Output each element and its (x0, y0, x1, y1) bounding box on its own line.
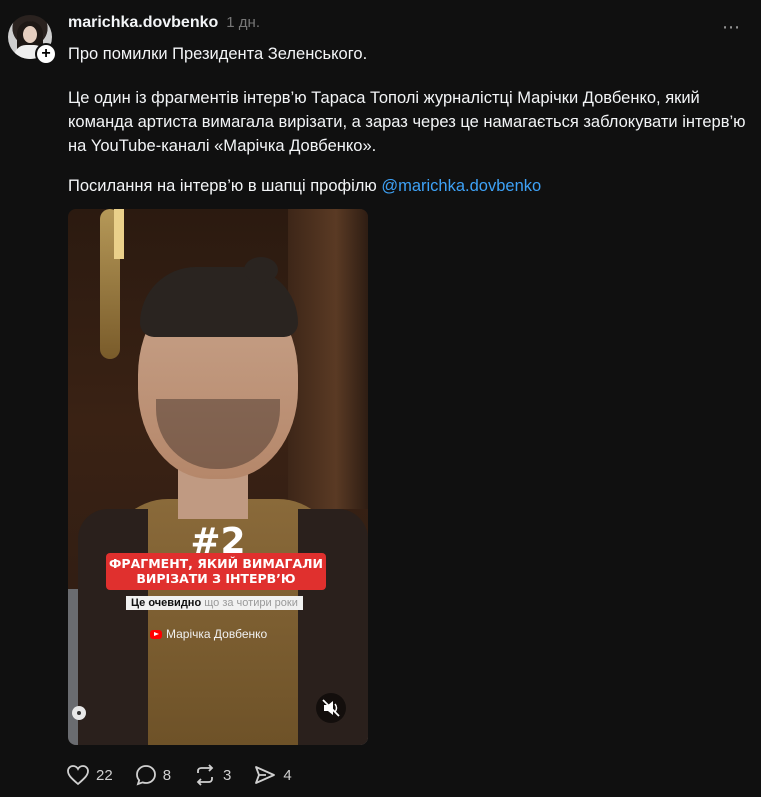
speaker-muted-icon (322, 699, 340, 717)
post-text-paragraph-3: Посилання на інтерв’ю в шапці профілю @m… (68, 174, 748, 198)
video-subtitle-rest: що за чотири роки (201, 597, 298, 609)
video-banner: ФРАГМЕНТ, ЯКИЙ ВИМАГАЛИ ВИРІЗАТИ З ІНТЕР… (106, 553, 326, 590)
share-button[interactable]: 4 (253, 764, 292, 786)
video-hair-bun (244, 257, 278, 283)
video-lamp-light (114, 209, 124, 259)
video-subtitle-bold: Це очевидно (131, 597, 202, 609)
post-time[interactable]: 1 дн. (226, 14, 260, 31)
mute-button[interactable] (316, 693, 346, 723)
video-player[interactable]: #2 ФРАГМЕНТ, ЯКИЙ ВИМАГАЛИ ВИРІЗАТИ З ІН… (68, 209, 368, 745)
video-subtitle: Це очевидно що за чотири роки (126, 596, 303, 610)
post-actions: 22 8 3 4 (66, 764, 314, 786)
comment-count: 8 (162, 766, 172, 784)
video-background-wall (288, 209, 368, 509)
post-text-line-1: Про помилки Президента Зеленського. (68, 45, 368, 63)
mention-link[interactable]: @marichka.dovbenko (381, 177, 541, 195)
post-header: marichka.dovbenko 1 дн. (68, 14, 260, 32)
follow-plus-icon[interactable]: + (35, 43, 57, 65)
post-text-paragraph-2: Це один із фрагментів інтерв’ю Тараса То… (68, 89, 746, 155)
video-channel-watermark: Марічка Довбенко (150, 627, 267, 641)
more-options-icon[interactable]: ⋯ (722, 17, 741, 38)
heart-icon (67, 765, 89, 786)
username[interactable]: marichka.dovbenko (68, 14, 218, 32)
avatar[interactable]: + (8, 15, 57, 65)
video-channel-name: Марічка Довбенко (166, 627, 268, 641)
comment-bubble-icon (135, 765, 156, 786)
audio-disc-icon[interactable] (72, 706, 86, 720)
like-button[interactable]: 22 (66, 764, 113, 786)
video-banner-line-2: ВИРІЗАТИ З ІНТЕРВ’Ю (136, 571, 296, 586)
repost-count: 3 (223, 766, 232, 784)
video-banner-line-1: ФРАГМЕНТ, ЯКИЙ ВИМАГАЛИ (109, 556, 323, 571)
profile-link-text: Посилання на інтерв’ю в шапці профілю (68, 177, 382, 195)
thread-post: + marichka.dovbenko 1 дн. ⋯ Про помилки … (0, 0, 761, 797)
send-icon (255, 766, 276, 784)
repost-button[interactable]: 3 (193, 764, 231, 786)
comment-button[interactable]: 8 (135, 764, 171, 786)
share-count: 4 (283, 766, 292, 784)
like-count: 22 (96, 766, 113, 784)
repost-icon (196, 764, 214, 786)
youtube-icon (150, 629, 162, 639)
